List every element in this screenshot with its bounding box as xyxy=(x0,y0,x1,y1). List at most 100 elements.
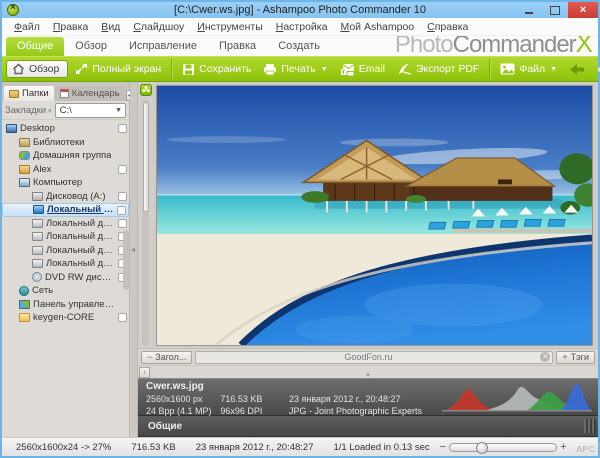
main-area: Папки Календарь ◀ ▶ Закладки C:\ ▼ xyxy=(2,82,598,437)
tree-item-drive-d[interactable]: Локальный диск (D:) xyxy=(2,217,129,231)
image-dimensions: 2560x1600 px xyxy=(146,394,220,406)
disk-drive-icon xyxy=(32,246,43,255)
tree-item-homegroup[interactable]: Домашняя группа xyxy=(2,149,129,163)
tags-expand-button[interactable]: + Тэги xyxy=(556,351,595,364)
folder-icon xyxy=(19,313,30,322)
user-icon xyxy=(19,165,30,174)
fullscreen-icon xyxy=(75,63,88,75)
print-button[interactable]: Печать▼ xyxy=(258,61,332,78)
file-info-bar: Cwer.ws.jpg 2560x1600 px 24 Bpp (4.1 MP)… xyxy=(138,378,598,416)
zoom-out-label[interactable]: − xyxy=(440,441,446,453)
strip-scroll-left-button[interactable]: ‹ xyxy=(139,367,150,378)
close-button[interactable]: × xyxy=(568,2,598,18)
image-title-field[interactable]: GoodFon.ru ✕ xyxy=(195,351,553,364)
computer-icon xyxy=(19,178,30,187)
viewer-scrollbar[interactable] xyxy=(142,100,149,346)
tree-item-desktop[interactable]: Desktop xyxy=(2,122,129,136)
toolbar-separator xyxy=(489,59,490,79)
checkbox[interactable] xyxy=(118,192,127,201)
tree-item-user[interactable]: Alex xyxy=(2,163,129,177)
menu-view[interactable]: Вид xyxy=(95,19,126,35)
browse-button[interactable]: Обзор xyxy=(6,60,68,78)
photo-maldives-resort xyxy=(156,85,593,346)
control-panel-icon xyxy=(19,300,30,309)
checkbox[interactable] xyxy=(117,206,126,215)
chevron-down-icon[interactable]: ▼ xyxy=(115,107,125,114)
tree-item-control-panel[interactable]: Панель управления xyxy=(2,298,129,312)
file-dropdown-caret[interactable]: ▼ xyxy=(550,66,557,73)
tree-item-network[interactable]: Сеть xyxy=(2,284,129,298)
tree-item-drive-e[interactable]: Локальный диск (E:) xyxy=(2,230,129,244)
save-icon xyxy=(182,63,195,76)
app-window: [C:\Cwer.ws.jpg] - Ashampoo Photo Comman… xyxy=(0,0,600,458)
menu-tools[interactable]: Инструменты xyxy=(191,19,268,35)
zoom-slider-track[interactable] xyxy=(449,443,557,452)
menu-help[interactable]: Справка xyxy=(421,19,474,35)
email-button[interactable]: f Email xyxy=(335,61,390,78)
tab-browse[interactable]: Обзор xyxy=(64,37,118,56)
menu-edit[interactable]: Правка xyxy=(47,19,94,35)
fullscreen-button[interactable]: Полный экран xyxy=(70,61,166,77)
menu-file[interactable]: Файл xyxy=(8,19,46,35)
panel-grip[interactable] xyxy=(584,419,596,433)
tab-folders[interactable]: Папки xyxy=(4,86,54,101)
previous-image-button[interactable] xyxy=(564,61,590,78)
effects-button[interactable] xyxy=(140,84,152,96)
email-icon: f xyxy=(340,63,355,76)
path-combobox[interactable]: C:\ ▼ xyxy=(55,103,126,118)
print-dropdown-caret[interactable]: ▼ xyxy=(321,66,328,73)
menu-slideshow[interactable]: Слайдшоу xyxy=(127,19,190,35)
tree-item-drive-a[interactable]: Дисковод (A:) xyxy=(2,190,129,204)
status-zoom: 2560x1600x24 -> 27% xyxy=(6,442,121,453)
checkbox[interactable] xyxy=(118,124,127,133)
maximize-button[interactable] xyxy=(542,2,568,18)
tab-calendar[interactable]: Календарь xyxy=(55,86,125,101)
tab-create[interactable]: Создать xyxy=(267,37,331,56)
menu-settings[interactable]: Настройка xyxy=(270,19,334,35)
tree-item-libraries[interactable]: Библиотеки xyxy=(2,136,129,150)
photo-canvas[interactable] xyxy=(153,82,598,348)
tab-fix[interactable]: Исправление xyxy=(118,37,208,56)
thumbnail-strip: ‹ ▾ xyxy=(138,365,598,378)
save-button[interactable]: Сохранить xyxy=(177,61,256,78)
title-collapse-button[interactable]: − Загол... xyxy=(141,351,192,364)
disk-drive-icon xyxy=(32,219,43,228)
disk-drive-icon xyxy=(32,259,43,268)
file-date: 23 января 2012 г., 20:48:27 xyxy=(289,394,442,406)
folder-icon xyxy=(9,90,19,98)
status-date: 23 января 2012 г., 20:48:27 xyxy=(186,442,324,453)
clear-title-icon[interactable]: ✕ xyxy=(540,352,550,362)
menu-my-ashampoo[interactable]: Мой Ashampoo xyxy=(334,19,420,35)
viewer-scrollbar-thumb[interactable] xyxy=(143,102,149,212)
window-title: [C:\Cwer.ws.jpg] - Ashampoo Photo Comman… xyxy=(2,4,598,16)
tab-general[interactable]: Общие xyxy=(6,37,64,56)
checkbox[interactable] xyxy=(118,165,127,174)
tab-edit[interactable]: Правка xyxy=(208,37,267,56)
picture-icon xyxy=(500,63,515,75)
export-pdf-button[interactable]: Экспорт PDF xyxy=(392,61,484,78)
path-value: C:\ xyxy=(60,105,72,116)
tree-scrollbar[interactable] xyxy=(123,230,129,290)
main-toolbar: Обзор Полный экран Сохранить Печать▼ f E… xyxy=(2,56,598,82)
tree-item-drive-g[interactable]: Локальный диск (G:) xyxy=(2,257,129,271)
bottom-tab-general[interactable]: Общие xyxy=(138,421,192,432)
checkbox[interactable] xyxy=(118,219,127,228)
zoom-slider-thumb[interactable] xyxy=(476,442,488,454)
caption-bar: − Загол... GoodFon.ru ✕ + Тэги xyxy=(138,348,598,365)
plus-icon: + xyxy=(562,352,567,362)
desktop-icon xyxy=(6,124,17,133)
tree-item-drive-f[interactable]: Локальный диск (F:) xyxy=(2,244,129,258)
folder-sidebar: Папки Календарь ◀ ▶ Закладки C:\ ▼ xyxy=(2,82,130,437)
file-button[interactable]: Файл▼ xyxy=(495,61,562,77)
zoom-in-label[interactable]: + xyxy=(560,441,566,453)
tree-item-keygen-core[interactable]: keygen-CORE xyxy=(2,311,129,325)
next-image-button[interactable] xyxy=(592,61,600,78)
checkbox[interactable] xyxy=(118,313,127,322)
tree-item-drive-h[interactable]: DVD RW дисковод (H:) xyxy=(2,271,129,285)
sidebar-splitter[interactable]: ◂ xyxy=(130,82,138,437)
splitter-collapse-arrow[interactable]: ◂ xyxy=(131,245,135,254)
tree-item-drive-c[interactable]: Локальный диск (C:) xyxy=(2,203,129,217)
tree-item-computer[interactable]: Компьютер xyxy=(2,176,129,190)
bookmarks-dropdown[interactable]: Закладки xyxy=(5,105,52,116)
minimize-button[interactable] xyxy=(516,2,542,18)
